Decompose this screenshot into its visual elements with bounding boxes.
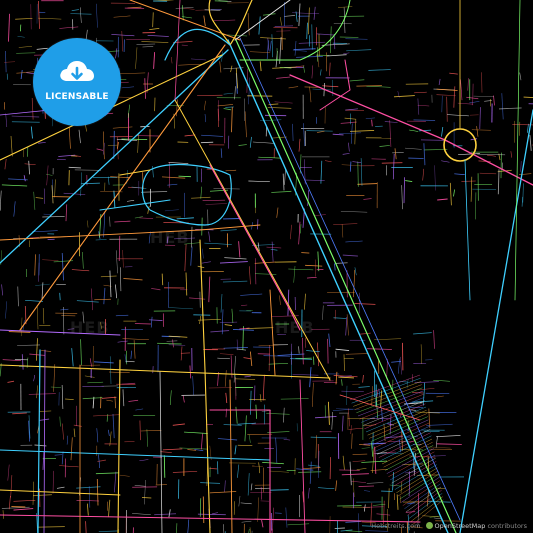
minor-street — [403, 177, 406, 204]
minor-street — [200, 141, 214, 144]
minor-street — [141, 497, 152, 499]
minor-street — [349, 161, 352, 172]
minor-street — [339, 469, 360, 471]
minor-street — [420, 139, 446, 141]
minor-street — [11, 121, 40, 123]
minor-street — [381, 490, 393, 493]
watermark-text: HEB — [70, 318, 110, 337]
attribution-contributors: contributors — [487, 522, 527, 530]
minor-street — [334, 527, 345, 530]
minor-street — [237, 444, 253, 447]
minor-street — [201, 217, 203, 236]
badge-label: LICENSABLE — [45, 91, 109, 102]
minor-street — [327, 338, 329, 364]
minor-street — [270, 489, 289, 491]
minor-street — [68, 166, 81, 169]
minor-street — [121, 138, 148, 141]
openstreetmap-icon — [425, 522, 433, 529]
minor-street — [161, 273, 164, 286]
minor-street — [329, 457, 331, 480]
minor-street — [37, 526, 65, 528]
watermark-text: HEB — [275, 318, 315, 337]
attribution-source[interactable]: Hebstreits.com — [371, 522, 420, 530]
minor-street — [220, 148, 223, 158]
minor-street — [461, 180, 476, 182]
map-attribution: Hebstreits.com OpenStreetMap contributor… — [371, 522, 527, 530]
minor-street — [163, 455, 166, 478]
minor-street — [113, 130, 115, 159]
minor-street — [356, 85, 382, 87]
minor-street — [134, 322, 151, 325]
minor-street — [217, 461, 219, 475]
minor-street — [301, 252, 310, 254]
minor-street — [202, 496, 205, 524]
minor-street — [295, 357, 312, 359]
attribution-osm[interactable]: OpenStreetMap — [435, 522, 486, 530]
watermark-text: HEB — [150, 228, 190, 247]
licensable-badge[interactable]: LICENSABLE — [33, 38, 121, 126]
cloud-download-icon — [60, 60, 94, 81]
minor-street — [180, 352, 191, 354]
minor-street — [152, 366, 154, 374]
minor-street — [381, 162, 403, 164]
minor-street — [358, 485, 375, 488]
minor-street — [59, 292, 61, 301]
